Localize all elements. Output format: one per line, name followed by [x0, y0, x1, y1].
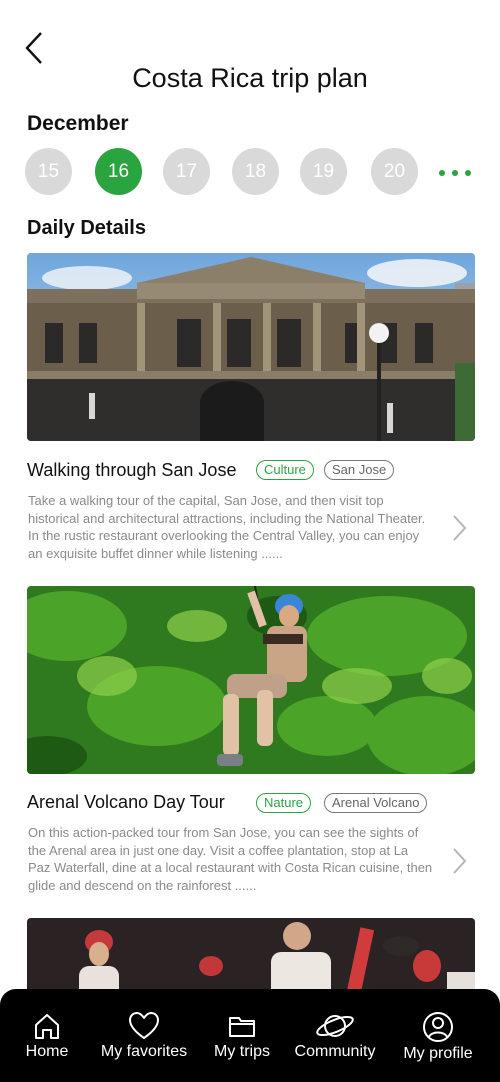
tab-home-label: Home [25, 1043, 69, 1060]
back-arrow-icon [25, 32, 42, 64]
chevron-right-icon [453, 515, 467, 541]
date-19[interactable]: 19 [300, 148, 347, 195]
activity-description: Take a walking tour of the capital, San … [28, 493, 426, 561]
open-details-button[interactable] [451, 514, 467, 542]
chevron-right-icon [453, 848, 467, 874]
home-icon [35, 1014, 59, 1039]
category-tag: Culture [256, 460, 314, 480]
tab-my-profile[interactable]: My profile [398, 1011, 478, 1063]
tab-home[interactable]: Home [22, 1011, 72, 1061]
open-details-button[interactable] [451, 847, 467, 875]
location-tag: San Jose [324, 460, 395, 480]
date-18[interactable]: 18 [232, 148, 279, 195]
activity-title[interactable]: Walking through San Jose [27, 460, 236, 481]
back-button[interactable] [20, 30, 50, 66]
tab-community[interactable]: Community [290, 1011, 380, 1061]
page-title: Costa Rica trip plan [132, 63, 368, 93]
zipline-image[interactable] [27, 586, 475, 774]
planet-icon [316, 1015, 354, 1037]
more-dot [465, 170, 471, 176]
date-17[interactable]: 17 [163, 148, 210, 195]
tab-my-trips-label: My trips [214, 1043, 270, 1060]
activity-title[interactable]: Arenal Volcano Day Tour [27, 792, 225, 813]
date-20[interactable]: 20 [371, 148, 418, 195]
date-15[interactable]: 15 [25, 148, 72, 195]
folder-icon [229, 1017, 255, 1037]
more-dots-icon [439, 170, 445, 176]
month-label: December [27, 112, 129, 135]
tab-my-favorites-label: My favorites [100, 1043, 188, 1060]
date-16-selected[interactable]: 16 [95, 148, 142, 195]
tab-my-profile-label: My profile [403, 1045, 473, 1062]
location-tag: Arenal Volcano [324, 793, 428, 813]
category-tag: Nature [256, 793, 312, 813]
heart-icon [129, 1012, 159, 1039]
more-dot [452, 170, 458, 176]
national-theater-image[interactable] [27, 253, 475, 441]
bottom-tab-bar: Home My favorites My trips Community My … [0, 989, 500, 1082]
date-selector: 15 16 17 18 19 20 [25, 148, 495, 196]
daily-details-heading: Daily Details [27, 217, 146, 239]
user-icon [423, 1012, 453, 1042]
tab-my-trips[interactable]: My trips [210, 1011, 274, 1061]
activity-description: On this action-packed tour from San Jose… [28, 825, 433, 893]
tab-my-favorites[interactable]: My favorites [96, 1011, 192, 1061]
more-dates-button[interactable] [437, 158, 473, 186]
folk-dance-image[interactable] [27, 918, 475, 998]
tab-community-label: Community [294, 1043, 376, 1060]
